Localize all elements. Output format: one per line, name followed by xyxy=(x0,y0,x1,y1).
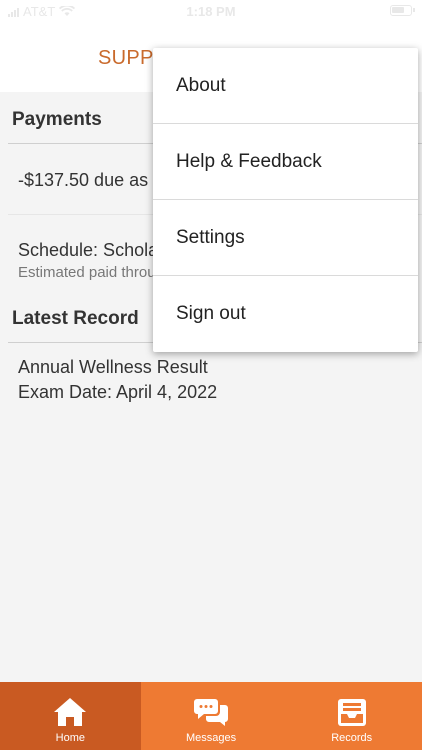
status-time: 1:18 PM xyxy=(186,4,236,19)
status-bar: AT&T 1:18 PM xyxy=(0,0,422,22)
home-icon xyxy=(54,698,87,726)
messages-icon xyxy=(194,699,228,726)
payment-estimated-text: Estimated paid through xyxy=(18,264,173,281)
bottom-tab-bar: Home Messages Records xyxy=(0,682,422,750)
tab-home-label: Home xyxy=(55,732,85,744)
battery-icon xyxy=(390,5,415,16)
records-icon xyxy=(337,699,366,726)
record-title[interactable]: Annual Wellness Result xyxy=(18,357,208,378)
overflow-menu: About Help & Feedback Settings Sign out xyxy=(153,48,418,352)
menu-item-help-feedback[interactable]: Help & Feedback xyxy=(153,124,418,200)
menu-item-about[interactable]: About xyxy=(153,48,418,124)
tab-home[interactable]: Home xyxy=(0,682,141,750)
record-exam-date: Exam Date: April 4, 2022 xyxy=(18,382,218,402)
tab-records-label: Records xyxy=(331,732,373,744)
menu-item-sign-out[interactable]: Sign out xyxy=(153,276,418,352)
tab-records[interactable]: Records xyxy=(281,682,422,750)
tab-messages-label: Messages xyxy=(185,732,237,744)
status-right xyxy=(390,5,415,16)
tab-messages[interactable]: Messages xyxy=(141,682,282,750)
menu-item-settings[interactable]: Settings xyxy=(153,200,418,276)
